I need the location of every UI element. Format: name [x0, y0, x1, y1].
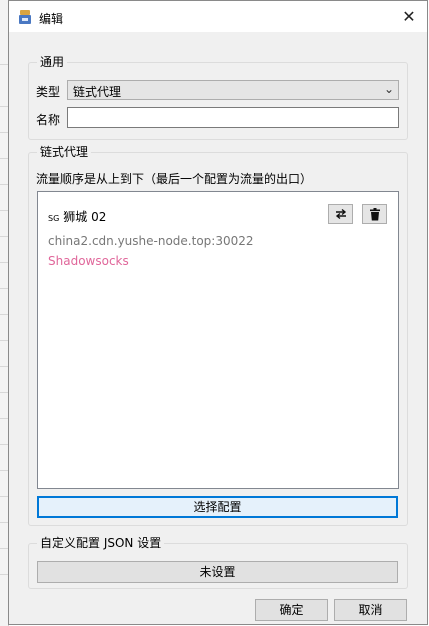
custom-config-button[interactable]: 未设置 [37, 561, 398, 583]
close-button[interactable]: ✕ [391, 1, 427, 32]
close-icon: ✕ [402, 7, 416, 26]
node-address: china2.cdn.yushe-node.top:30022 [48, 234, 254, 248]
title-bar[interactable]: 编辑 ✕ [9, 1, 427, 32]
node-protocol: Shadowsocks [48, 254, 129, 268]
node-name-text: 狮城 02 [63, 210, 107, 224]
trash-icon [369, 207, 380, 220]
flag-icon: SG [48, 214, 60, 223]
node-name: SG 狮城 02 [48, 208, 106, 225]
swap-icon [335, 208, 346, 220]
type-label: 类型 [36, 85, 61, 99]
cancel-button[interactable]: 取消 [334, 599, 407, 621]
chain-list[interactable]: SG 狮城 02 china2.cdn.yushe-node.top:30022 … [37, 191, 399, 489]
edit-dialog: 编辑 ✕ 通用 类型 链式代理 ⌄ 名称 链式代理 流量顺序是从上到下（最后一个… [8, 0, 428, 625]
type-select[interactable]: 链式代理 ⌄ [67, 80, 399, 100]
general-group-title: 通用 [37, 55, 68, 70]
general-group: 通用 [28, 55, 408, 140]
ok-button[interactable]: 确定 [255, 599, 328, 621]
chain-hint: 流量顺序是从上到下（最后一个配置为流量的出口） [36, 172, 313, 186]
swap-button[interactable] [328, 204, 353, 224]
name-label: 名称 [36, 113, 61, 127]
name-input[interactable] [67, 107, 399, 128]
custom-config-title: 自定义配置 JSON 设置 [37, 536, 165, 551]
app-icon [19, 10, 31, 24]
delete-button[interactable] [362, 204, 387, 224]
type-select-value: 链式代理 [73, 85, 122, 99]
window-title: 编辑 [39, 12, 64, 26]
select-config-button[interactable]: 选择配置 [37, 496, 398, 518]
chevron-down-icon: ⌄ [383, 82, 394, 96]
chain-group-title: 链式代理 [37, 145, 92, 160]
